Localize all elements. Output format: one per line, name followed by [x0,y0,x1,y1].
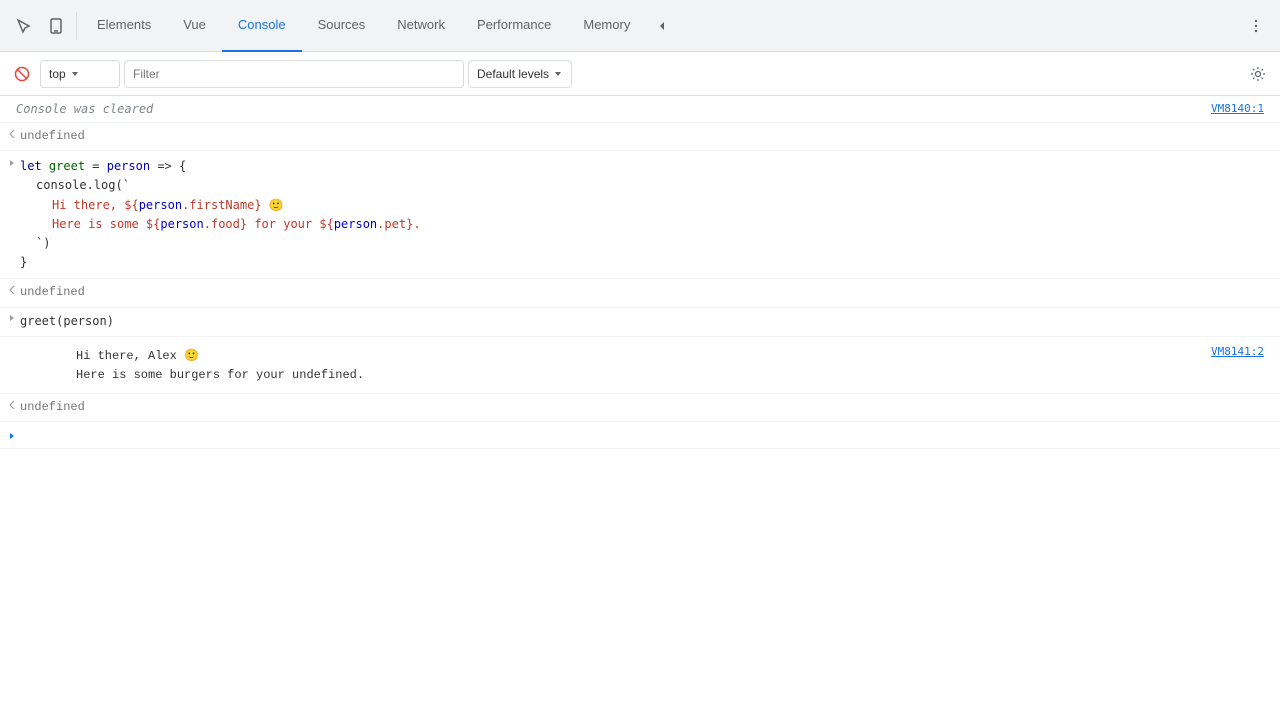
return-indicator-1 [4,125,20,138]
undefined-value-3: undefined [20,396,1280,419]
expand-indicator[interactable] [4,153,20,168]
output-line-1: Hi there, Alex 🙂 [76,347,1199,366]
output-line-2: Here is some burgers for your undefined. [76,366,1199,385]
expand-indicator-greet[interactable] [4,310,20,323]
console-output-row: Hi there, Alex 🙂 Here is some burgers fo… [0,337,1280,394]
greet-function-code: let greet = person => { console.log(` Hi… [20,153,1280,276]
console-output-text: Hi there, Alex 🙂 Here is some burgers fo… [20,341,1203,389]
console-undefined-row-1: undefined [0,123,1280,151]
greet-call-code: greet(person) [20,310,1280,334]
console-input-row [0,422,1280,449]
cursor-tool-btn[interactable] [8,10,40,42]
chevron-down-icon [70,69,80,79]
tab-network[interactable]: Network [381,0,461,52]
undefined-value-1: undefined [20,125,1280,148]
tab-memory[interactable]: Memory [567,0,646,52]
levels-selector[interactable]: Default levels [468,60,572,88]
console-undefined-row-3: undefined [0,394,1280,422]
console-settings-btn[interactable] [1244,60,1272,88]
vm-link-1[interactable]: VM8140:1 [1211,102,1264,115]
tab-vue[interactable]: Vue [167,0,222,52]
device-toggle-btn[interactable] [40,10,72,42]
console-input-field[interactable] [20,426,1280,444]
tab-performance[interactable]: Performance [461,0,567,52]
context-selector[interactable]: top [40,60,120,88]
return-indicator-3 [4,396,20,409]
console-undefined-row-2: undefined [0,279,1280,307]
return-indicator-2 [4,281,20,294]
vm-link-2[interactable]: VM8141:2 [1203,341,1280,362]
console-toolbar: top Default levels [0,52,1280,96]
console-greet-call-row: greet(person) [0,308,1280,337]
undefined-value-2: undefined [20,281,1280,304]
prompt-indicator [4,429,20,441]
output-indicator [4,341,20,344]
console-code-row: let greet = person => { console.log(` Hi… [0,151,1280,279]
tab-sources[interactable]: Sources [302,0,382,52]
toolbar-separator [76,12,77,40]
filter-input[interactable] [124,60,464,88]
tab-elements[interactable]: Elements [81,0,167,52]
devtools-menu-btn[interactable] [1240,10,1272,42]
levels-chevron-icon [553,69,563,79]
devtools-toolbar: Elements Vue Console Sources Network Per… [0,0,1280,52]
console-output: Console was cleared VM8140:1 undefined l… [0,96,1280,720]
more-tabs-btn[interactable] [646,10,678,42]
clear-console-btn[interactable] [8,60,36,88]
console-cleared-row: Console was cleared VM8140:1 [0,96,1280,123]
tab-console[interactable]: Console [222,0,302,52]
